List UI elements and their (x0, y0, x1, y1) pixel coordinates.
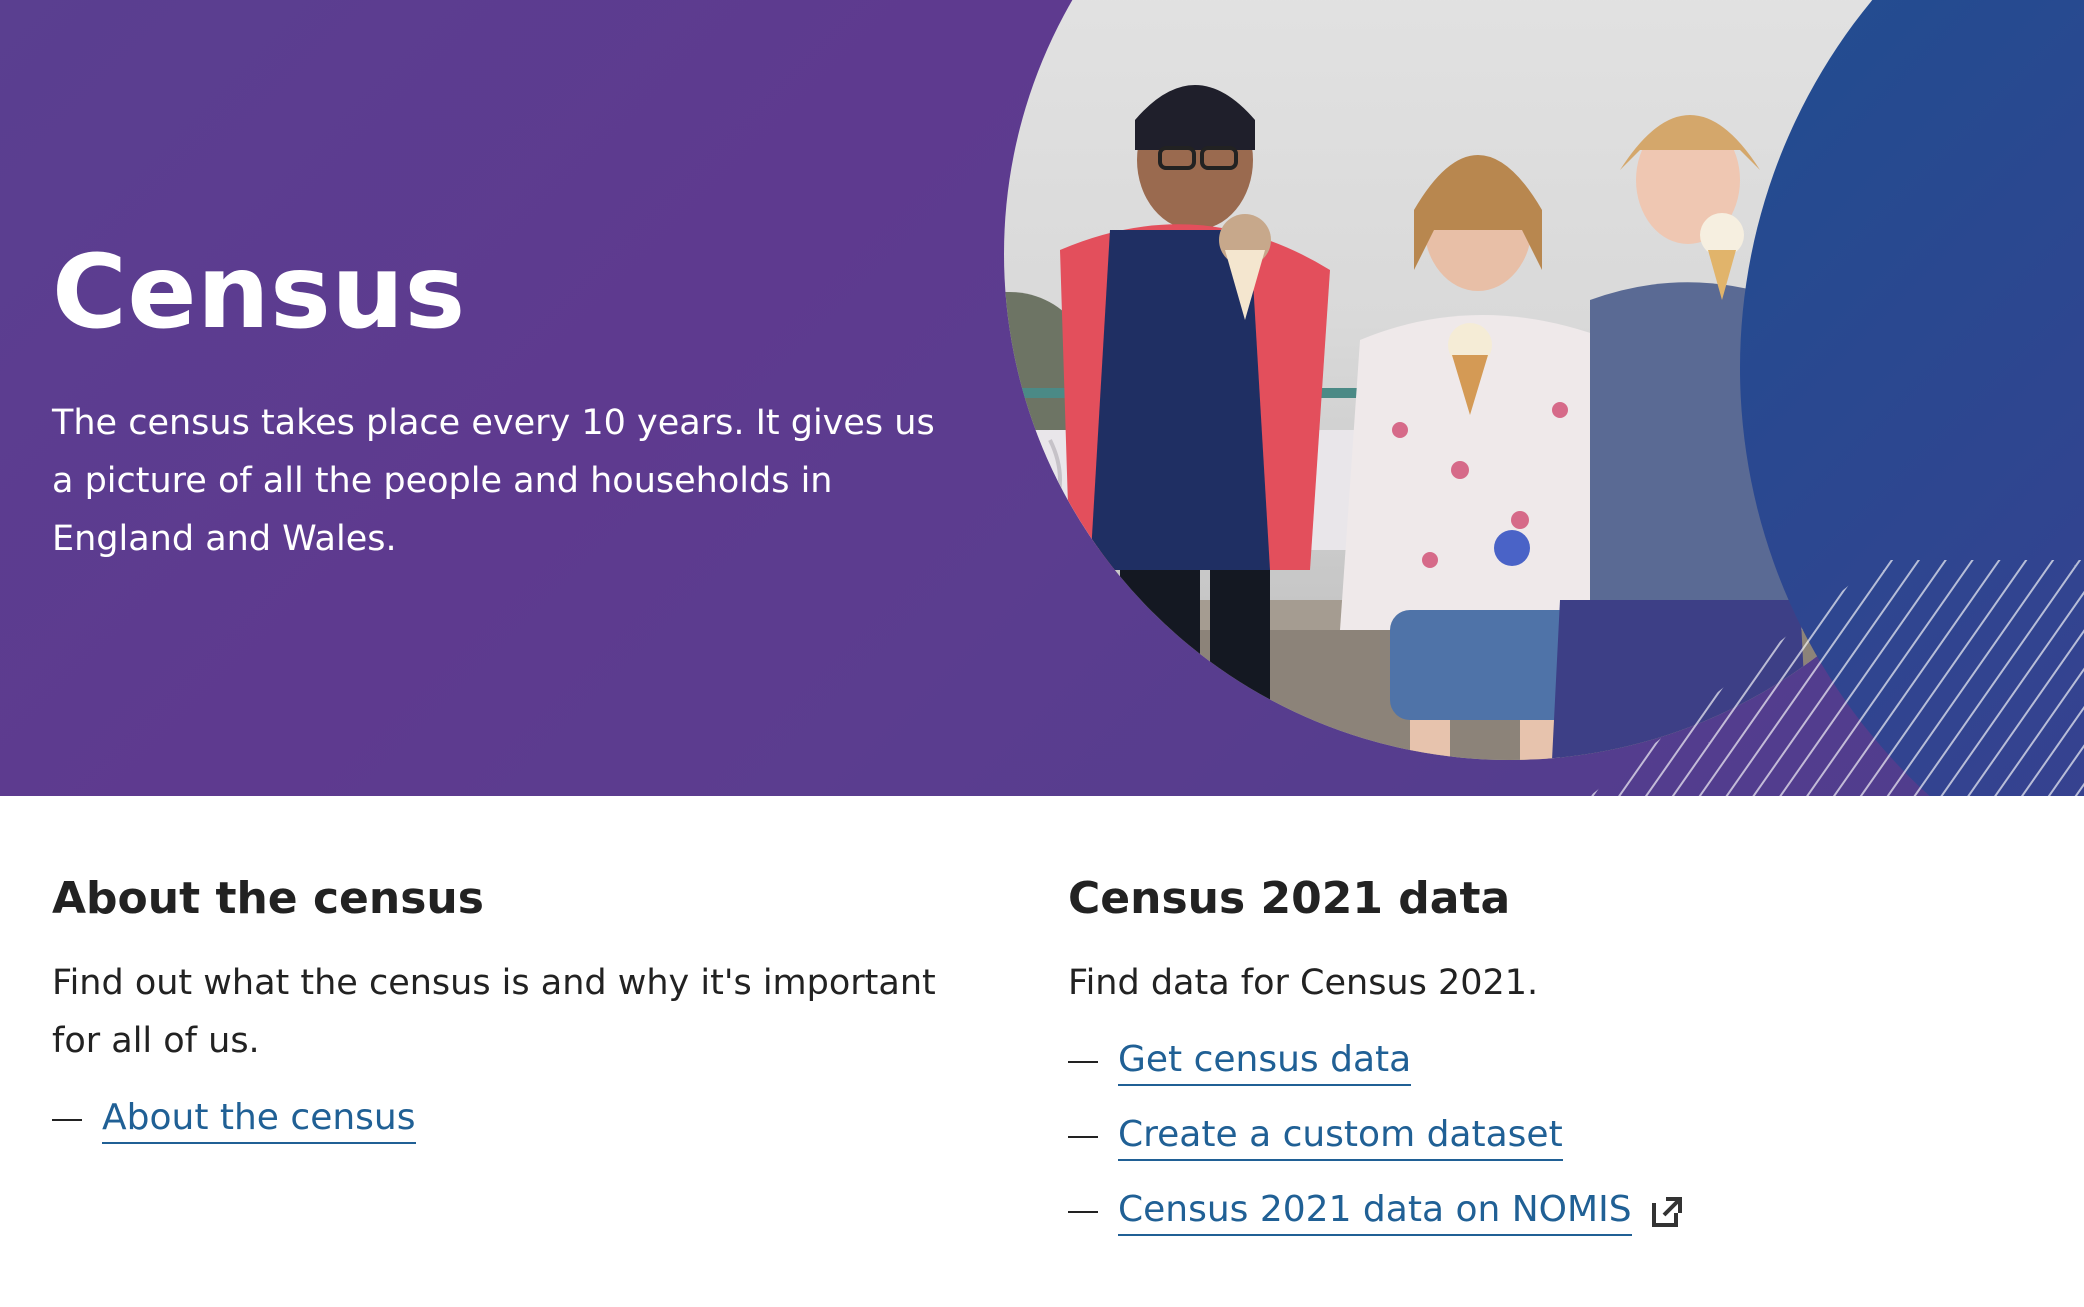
dash-bullet (1068, 1211, 1098, 1213)
hero-banner: Census The census takes place every 10 y… (0, 0, 2084, 796)
create-custom-dataset-link[interactable]: Create a custom dataset (1118, 1113, 1563, 1161)
section-heading: Census 2021 data (1068, 873, 1511, 924)
hero-text: Census The census takes place every 10 y… (52, 238, 952, 568)
data-links-list: Get census data Create a custom dataset … (1068, 1034, 1998, 1240)
dash-bullet (1068, 1136, 1098, 1138)
section-heading: About the census (52, 873, 484, 924)
external-link-icon[interactable] (1650, 1195, 1684, 1229)
about-the-census-section: About the census Find out what the censu… (52, 866, 982, 1167)
census-2021-nomis-link[interactable]: Census 2021 data on NOMIS (1118, 1188, 1632, 1236)
dash-bullet (1068, 1061, 1098, 1063)
list-item: About the census (52, 1092, 982, 1148)
census-2021-data-section: Census 2021 data Find data for Census 20… (1068, 866, 1998, 1259)
page-title: Census (52, 233, 466, 352)
list-item: Create a custom dataset (1068, 1109, 1998, 1165)
section-description: Find out what the census is and why it's… (52, 963, 936, 1061)
list-item: Census 2021 data on NOMIS (1068, 1184, 1998, 1240)
section-description: Find data for Census 2021. (1068, 963, 1539, 1003)
about-links-list: About the census (52, 1092, 982, 1148)
dash-bullet (52, 1119, 82, 1121)
hero-lead-text: The census takes place every 10 years. I… (52, 403, 935, 559)
list-item: Get census data (1068, 1034, 1998, 1090)
about-the-census-link[interactable]: About the census (102, 1096, 416, 1144)
get-census-data-link[interactable]: Get census data (1118, 1038, 1412, 1086)
